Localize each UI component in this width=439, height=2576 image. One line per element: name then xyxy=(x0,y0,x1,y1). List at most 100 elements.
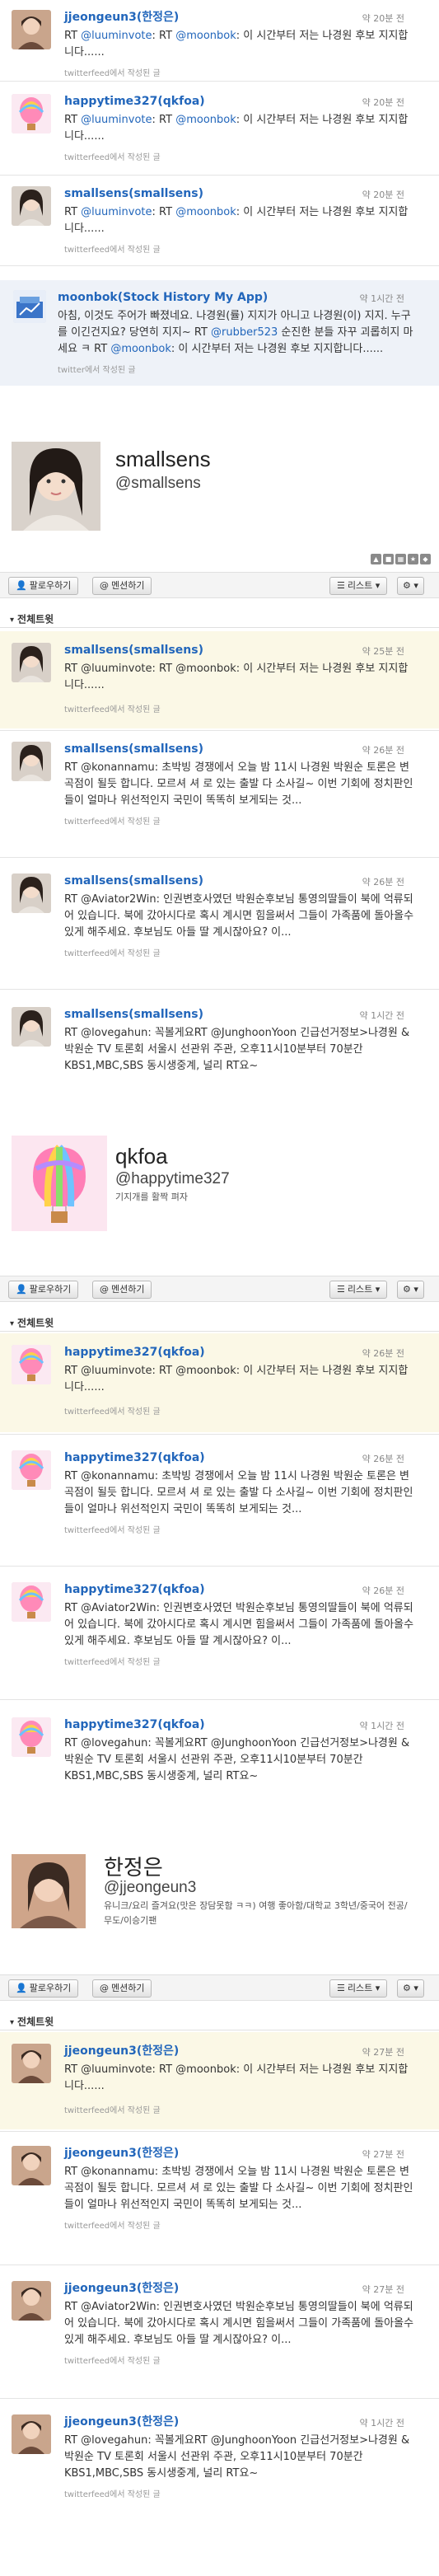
section-header[interactable]: 전체트윗 xyxy=(0,610,439,628)
tweet-text: 아침, 이것도 주어가 빠졌네요. 나경원(률) 지지가 아니고 나경원(이) … xyxy=(58,310,413,355)
tweet-source: twitter에서 작성된 글 xyxy=(58,366,136,375)
avatar[interactable] xyxy=(12,186,51,226)
mention-link[interactable]: @luuminvote xyxy=(81,206,152,218)
avatar[interactable] xyxy=(12,1450,51,1490)
profile-avatar[interactable] xyxy=(12,1854,86,1928)
profile-name: 한정은 xyxy=(104,1855,163,1880)
tweet-source: twitterfeed에서 작성된 글 xyxy=(64,246,161,255)
tweet-time[interactable]: 약 27분 전 xyxy=(362,2045,404,2058)
tweet-text: RT @konannamu: 초박빙 경쟁에서 오늘 밤 11시 나경원 박원순… xyxy=(64,2166,413,2211)
tweet-time[interactable]: 약 20분 전 xyxy=(362,12,404,25)
avatar[interactable] xyxy=(12,2146,51,2185)
follow-button[interactable]: 👤 팔로우하기 xyxy=(8,577,79,595)
tweet-text: RT @luuminvote: RT @moonbok: 이 시간부터 저는 나… xyxy=(64,206,409,235)
avatar[interactable] xyxy=(12,94,51,133)
avatar[interactable] xyxy=(12,643,51,682)
tweet-time[interactable]: 약 1시간 전 xyxy=(360,2416,404,2429)
at-icon: @ xyxy=(100,1284,109,1295)
mention-link[interactable]: @rubber523 xyxy=(211,326,278,339)
rss-icon[interactable]: ▲ xyxy=(371,554,381,564)
profile-avatar[interactable] xyxy=(12,1136,107,1231)
avatar[interactable] xyxy=(12,1717,51,1757)
settings-button[interactable]: ⚙ ▾ xyxy=(397,1979,424,1998)
avatar[interactable] xyxy=(12,1345,51,1384)
tweet-time[interactable]: 약 1시간 전 xyxy=(360,1009,404,1022)
tweet-text: RT @luuminvote: RT @moonbok: 이 시간부터 저는 나… xyxy=(64,114,409,143)
mention-link[interactable]: @luuminvote xyxy=(81,30,152,42)
profile-action-bar: 👤 팔로우하기 @ 멘션하기 ☰ 리스트 ▾ ⚙ ▾ xyxy=(0,1276,439,1302)
list-icon[interactable]: ■ xyxy=(383,554,394,564)
follow-icon: 👤 xyxy=(16,580,27,591)
tweet-source: twitterfeed에서 작성된 글 xyxy=(64,949,161,958)
mention-link[interactable]: @luuminvote xyxy=(81,114,152,126)
profile-header: 한정은 @jjeongeun3 유니크/요리 즐겨요(맛은 장담못함 ㅋㅋ) 여… xyxy=(0,1838,439,1928)
avatar[interactable] xyxy=(12,742,51,781)
tweet-time[interactable]: 약 1시간 전 xyxy=(360,292,404,305)
tweet-time[interactable]: 약 26분 전 xyxy=(362,1347,404,1360)
tweet-time[interactable]: 약 1시간 전 xyxy=(360,1719,404,1732)
tweet-text: RT @luuminvote: RT @moonbok: 이 시간부터 저는 나… xyxy=(64,663,409,691)
tweet-item: happytime327(qkfoa) RT @luuminvote: RT @… xyxy=(0,1333,439,1432)
tweet-time[interactable]: 약 27분 전 xyxy=(362,2147,404,2161)
tweet-time[interactable]: 약 25분 전 xyxy=(362,644,404,658)
follow-button[interactable]: 👤 팔로우하기 xyxy=(8,1979,79,1998)
mention-link[interactable]: @moonbok xyxy=(110,343,171,355)
section-header[interactable]: 전체트윗 xyxy=(0,2012,439,2030)
tweet-item: jjeongeun3(한정은) RT @konannamu: 초박빙 경쟁에서 … xyxy=(0,2143,439,2258)
tweet-item: happytime327(qkfoa) RT @konannamu: 초박빙 경… xyxy=(0,1447,439,1562)
tweet-time[interactable]: 약 26분 전 xyxy=(362,1584,404,1597)
mention-button[interactable]: @ 멘션하기 xyxy=(92,1979,152,1998)
star-icon[interactable]: ★ xyxy=(408,554,418,564)
tweet-time[interactable]: 약 26분 전 xyxy=(362,1452,404,1465)
at-icon: @ xyxy=(100,1983,109,1993)
tweet-time[interactable]: 약 26분 전 xyxy=(362,875,404,888)
original-tweet: moonbok(Stock History My App) 아침, 이것도 주어… xyxy=(0,280,439,386)
follow-button[interactable]: 👤 팔로우하기 xyxy=(8,1281,79,1299)
tweet-source: twitterfeed에서 작성된 글 xyxy=(64,817,161,827)
mention-link[interactable]: @moonbok xyxy=(175,30,236,42)
profile-avatar[interactable] xyxy=(12,442,100,531)
avatar[interactable] xyxy=(12,2044,51,2083)
tweet-text: RT @Aviator2Win: 인권변호사였던 박원순후보님 통영의딸들이 북… xyxy=(64,2301,414,2346)
divider xyxy=(0,1434,439,1435)
divider xyxy=(0,1699,439,1700)
list-button[interactable]: ☰ 리스트 ▾ xyxy=(329,1281,388,1299)
divider xyxy=(0,265,439,266)
mention-button[interactable]: @ 멘션하기 xyxy=(92,1281,152,1299)
grid-icon[interactable]: ▦ xyxy=(395,554,406,564)
settings-button[interactable]: ⚙ ▾ xyxy=(397,577,424,595)
avatar[interactable] xyxy=(12,2414,51,2454)
divider xyxy=(0,1566,439,1567)
profile-handle: @smallsens xyxy=(115,475,201,492)
section-header[interactable]: 전체트윗 xyxy=(0,1314,439,1332)
tweet-time[interactable]: 약 20분 전 xyxy=(362,96,404,109)
tweet-time[interactable]: 약 27분 전 xyxy=(362,2283,404,2296)
mention-link[interactable]: @moonbok xyxy=(175,114,236,126)
mention-button[interactable]: @ 멘션하기 xyxy=(92,577,152,595)
settings-button[interactable]: ⚙ ▾ xyxy=(397,1281,424,1299)
list-button[interactable]: ☰ 리스트 ▾ xyxy=(329,577,388,595)
avatar[interactable] xyxy=(12,10,51,49)
tweet-text: RT @luuminvote: RT @moonbok: 이 시간부터 저는 나… xyxy=(64,2063,409,2092)
list-button[interactable]: ☰ 리스트 ▾ xyxy=(329,1979,388,1998)
avatar[interactable] xyxy=(12,1007,51,1047)
tweet-source: twitterfeed에서 작성된 글 xyxy=(64,1526,161,1535)
tweet-text: RT @Aviator2Win: 인권변호사였던 박원순후보님 통영의딸들이 북… xyxy=(64,893,414,939)
mention-link[interactable]: @moonbok xyxy=(175,206,236,218)
tweet-text: RT @konannamu: 초박빙 경쟁에서 오늘 밤 11시 나경원 박원순… xyxy=(64,761,413,807)
avatar[interactable] xyxy=(12,1582,51,1622)
tweet-text: RT @konannamu: 초박빙 경쟁에서 오늘 밤 11시 나경원 박원순… xyxy=(64,1470,413,1515)
list-menu-icon: ☰ xyxy=(337,1284,345,1295)
avatar[interactable] xyxy=(13,290,46,323)
divider xyxy=(0,989,439,990)
profile-bio: 유니크/요리 즐겨요(맛은 장담못함 ㅋㅋ) 여행 좋아함/대학교 3학년/중국… xyxy=(104,1900,408,1926)
tweet-text: RT @Aviator2Win: 인권변호사였던 박원순후보님 통영의딸들이 북… xyxy=(64,1602,414,1647)
divider xyxy=(0,175,439,176)
avatar[interactable] xyxy=(12,2281,51,2321)
tweet-time[interactable]: 약 20분 전 xyxy=(362,188,404,201)
tweet-item: smallsens(smallsens) RT @konannamu: 초박빙 … xyxy=(0,738,439,854)
tweet-time[interactable]: 약 26분 전 xyxy=(362,743,404,756)
share-icon[interactable]: ◆ xyxy=(420,554,431,564)
avatar[interactable] xyxy=(12,873,51,913)
tweet-item: smallsens(smallsens) RT @luuminvote: RT … xyxy=(0,631,439,728)
